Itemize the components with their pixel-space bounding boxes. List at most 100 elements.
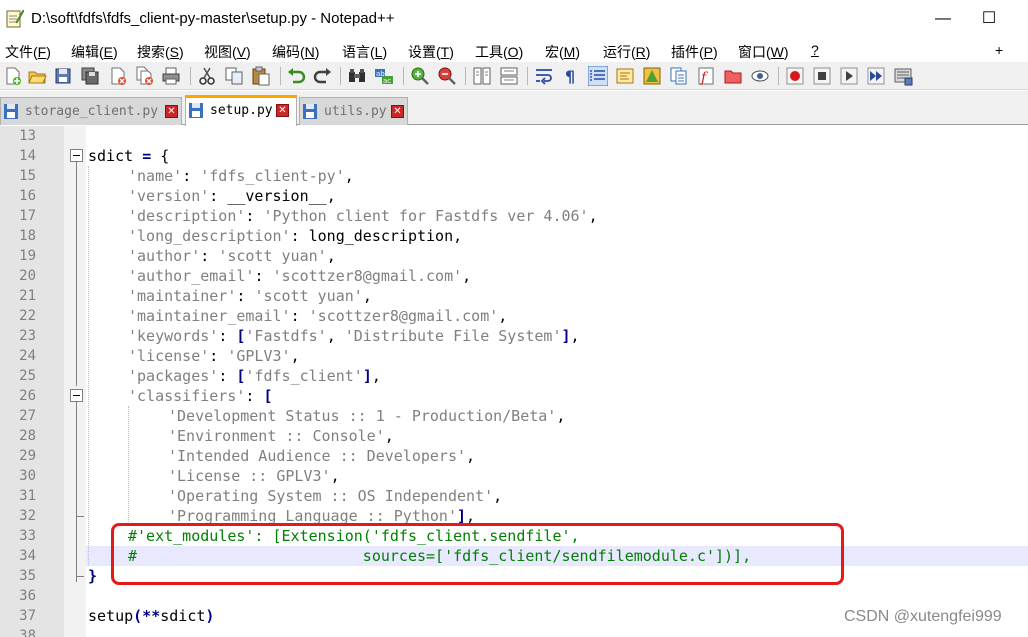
menu-search[interactable]: 搜索(S) xyxy=(137,42,184,62)
save-all-icon[interactable] xyxy=(80,66,100,86)
line-number: 23 xyxy=(19,328,36,344)
menu-window[interactable]: 窗口(W) xyxy=(738,42,789,62)
tab-label: setup.py xyxy=(210,103,273,118)
line-number: 22 xyxy=(19,308,36,324)
line-number: 25 xyxy=(19,368,36,384)
tab-close-icon[interactable]: ✕ xyxy=(165,105,178,118)
fold-line xyxy=(76,162,77,386)
toolbar: ab ac ¶ f xyxy=(0,62,1028,90)
line-number: 32 xyxy=(19,508,36,524)
code-line: 'author': 'scott yuan', xyxy=(128,247,336,265)
undo-icon[interactable] xyxy=(286,66,306,86)
menu-edit[interactable]: 编辑(E) xyxy=(71,42,118,62)
doc-list-icon[interactable] xyxy=(669,66,689,86)
tab-close-icon[interactable]: ✕ xyxy=(391,105,404,118)
code-line: 'version': __version__, xyxy=(128,187,336,205)
find-icon[interactable] xyxy=(347,66,367,86)
fold-end-marker xyxy=(76,576,84,577)
line-number: 18 xyxy=(19,228,36,244)
new-file-icon[interactable] xyxy=(3,66,23,86)
maximize-button[interactable]: ☐ xyxy=(974,6,1004,32)
record-macro-icon[interactable] xyxy=(785,66,805,86)
menu-file[interactable]: 文件(F) xyxy=(5,42,51,62)
code-line: 'license': 'GPLV3', xyxy=(128,347,300,365)
fold-margin xyxy=(64,126,86,637)
menu-language[interactable]: 语言(L) xyxy=(342,42,387,62)
word-wrap-icon[interactable] xyxy=(534,66,554,86)
play-macro-icon[interactable] xyxy=(839,66,859,86)
tab-label: storage_client.py xyxy=(25,104,159,119)
minimize-button[interactable]: — xyxy=(928,6,958,32)
line-number: 17 xyxy=(19,208,36,224)
line-number: 30 xyxy=(19,468,36,484)
print-icon[interactable] xyxy=(161,66,181,86)
tab-bar: storage_client.py ✕ setup.py ✕ utils.py … xyxy=(0,91,1028,126)
udl-icon[interactable] xyxy=(615,66,635,86)
indent-guide xyxy=(88,166,89,566)
tab-close-icon[interactable]: ✕ xyxy=(276,104,289,117)
redo-icon[interactable] xyxy=(313,66,333,86)
notepad-plus-plus-icon xyxy=(6,9,24,28)
line-number: 24 xyxy=(19,348,36,364)
new-tab-plus-button[interactable]: + xyxy=(995,42,1003,58)
file-saved-icon xyxy=(4,104,18,119)
line-number: 33 xyxy=(19,528,36,544)
menu-help[interactable]: ? xyxy=(811,42,819,58)
fold-end-marker xyxy=(76,516,84,517)
menu-macro[interactable]: 宏(M) xyxy=(545,42,580,62)
save-icon[interactable] xyxy=(53,66,73,86)
close-icon[interactable] xyxy=(108,66,128,86)
run-macro-multiple-icon[interactable] xyxy=(866,66,886,86)
menu-plugins[interactable]: 插件(P) xyxy=(671,42,718,62)
open-file-icon[interactable] xyxy=(27,66,47,86)
sync-vertical-icon[interactable] xyxy=(472,66,492,86)
tab-setup[interactable]: setup.py ✕ xyxy=(185,95,297,126)
replace-icon[interactable]: abac xyxy=(374,66,394,86)
menu-view[interactable]: 视图(V) xyxy=(204,42,251,62)
toolbar-separator xyxy=(403,67,404,85)
tab-utils[interactable]: utils.py ✕ xyxy=(299,97,408,125)
stop-macro-icon[interactable] xyxy=(812,66,832,86)
zoom-in-icon[interactable] xyxy=(410,66,430,86)
svg-text:¶: ¶ xyxy=(565,67,575,86)
sync-horizontal-icon[interactable] xyxy=(499,66,519,86)
copy-icon[interactable] xyxy=(224,66,244,86)
cut-icon[interactable] xyxy=(197,66,217,86)
folder-workspace-icon[interactable] xyxy=(723,66,743,86)
doc-map-icon[interactable] xyxy=(642,66,662,86)
line-number: 27 xyxy=(19,408,36,424)
code-line: 'Operating System :: OS Independent', xyxy=(168,487,503,505)
fold-line xyxy=(76,402,77,582)
line-number: 31 xyxy=(19,488,36,504)
title-bar: D:\soft\fdfs\fdfs_client-py-master\setup… xyxy=(0,0,1028,38)
menu-settings[interactable]: 设置(T) xyxy=(408,42,454,62)
svg-text:ac: ac xyxy=(383,77,391,85)
toolbar-separator xyxy=(778,67,779,85)
menu-tools[interactable]: 工具(O) xyxy=(475,42,523,62)
line-number: 20 xyxy=(19,268,36,284)
indent-guide-icon[interactable] xyxy=(588,66,608,86)
line-number: 37 xyxy=(19,608,36,624)
function-list-icon[interactable]: f xyxy=(696,66,716,86)
show-all-chars-icon[interactable]: ¶ xyxy=(561,66,581,86)
code-line: 'packages': ['fdfs_client'], xyxy=(128,367,381,385)
monitoring-icon[interactable] xyxy=(750,66,770,86)
fold-toggle-icon[interactable] xyxy=(70,389,83,402)
toolbar-separator xyxy=(465,67,466,85)
code-line: 'author_email': 'scottzer8@gmail.com', xyxy=(128,267,472,285)
zoom-out-icon[interactable] xyxy=(437,66,457,86)
code-line: setup(**sdict) xyxy=(88,607,215,625)
menu-run[interactable]: 运行(R) xyxy=(603,42,650,62)
code-line: 'long_description': long_description, xyxy=(128,227,463,245)
code-line: } xyxy=(88,567,98,585)
file-saved-icon xyxy=(303,104,317,119)
toolbar-separator xyxy=(340,67,341,85)
paste-icon[interactable] xyxy=(251,66,271,86)
code-line: 'Intended Audience :: Developers', xyxy=(168,447,476,465)
close-all-icon[interactable] xyxy=(135,66,155,86)
menu-encoding[interactable]: 编码(N) xyxy=(272,42,319,62)
fold-toggle-icon[interactable] xyxy=(70,149,83,162)
code-line: 'License :: GPLV3', xyxy=(168,467,340,485)
save-macro-icon[interactable] xyxy=(893,66,913,86)
tab-storage-client[interactable]: storage_client.py ✕ xyxy=(0,97,182,125)
